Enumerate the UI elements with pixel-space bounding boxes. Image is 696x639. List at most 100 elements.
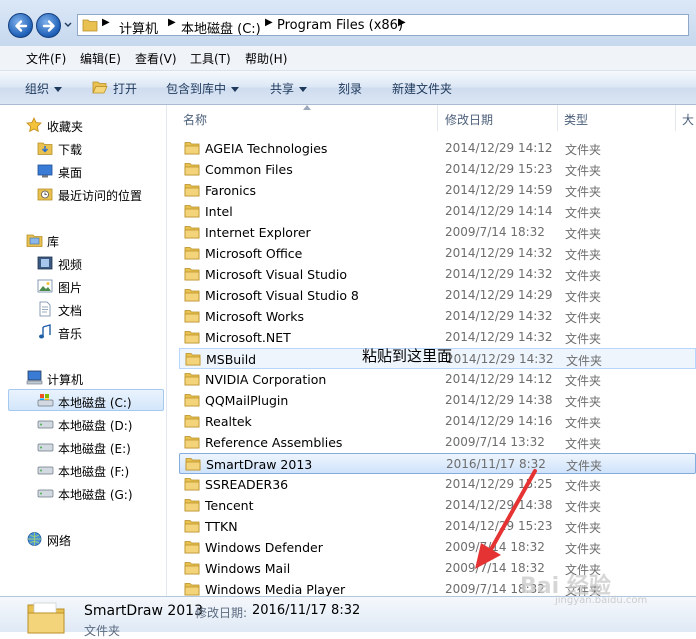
column-divider[interactable]	[437, 105, 438, 131]
column-header-size[interactable]: 大	[682, 111, 694, 128]
file-date: 2014/12/29 14:32	[445, 309, 553, 323]
organize-button[interactable]: 组织	[25, 80, 63, 97]
file-name: Microsoft Visual Studio	[205, 267, 347, 282]
details-date: 2016/11/17 8:32	[252, 603, 361, 618]
breadcrumb-separator-icon[interactable]: ▶	[102, 17, 110, 28]
menu-tools[interactable]: 工具(T)	[190, 50, 231, 67]
breadcrumb-separator-icon[interactable]: ▶	[168, 17, 176, 28]
folder-icon	[184, 541, 200, 554]
system-drive-icon	[37, 394, 54, 407]
nav-documents[interactable]: 文档	[58, 302, 82, 319]
menu-view[interactable]: 查看(V)	[135, 50, 177, 67]
file-type: 文件夹	[565, 185, 602, 199]
sort-ascending-icon	[303, 105, 311, 110]
file-row[interactable]: AGEIA Technologies 2014/12/29 14:12 文件夹	[179, 138, 696, 159]
file-row[interactable]: Windows Mail 2009/7/14 18:32 文件夹	[179, 558, 696, 579]
column-divider[interactable]	[557, 105, 558, 131]
file-row[interactable]: Common Files 2014/12/29 15:23 文件夹	[179, 159, 696, 180]
breadcrumb-separator-icon[interactable]: ▶	[265, 17, 273, 28]
address-bar-area: ▶ 计算机 ▶ 本地磁盘 (C:) ▶ Program Files (x86) …	[0, 0, 696, 46]
nav-drive-f[interactable]: 本地磁盘 (F:)	[58, 463, 129, 480]
nav-libraries[interactable]: 库	[47, 233, 59, 250]
folder-icon	[184, 394, 200, 407]
new-folder-button[interactable]: 新建文件夹	[392, 80, 452, 97]
file-row[interactable]: Faronics 2014/12/29 14:59 文件夹	[179, 180, 696, 201]
file-date: 2014/12/29 14:12	[445, 372, 553, 386]
address-input[interactable]: ▶ 计算机 ▶ 本地磁盘 (C:) ▶ Program Files (x86) …	[77, 14, 689, 37]
file-row[interactable]: Microsoft Works 2014/12/29 14:32 文件夹	[179, 306, 696, 327]
file-row[interactable]: Internet Explorer 2009/7/14 18:32 文件夹	[179, 222, 696, 243]
open-folder-icon	[92, 81, 108, 94]
nav-recent-places[interactable]: 最近访问的位置	[58, 187, 142, 204]
column-header-type[interactable]: 类型	[564, 111, 588, 128]
file-type: 文件夹	[565, 479, 602, 493]
file-name: Reference Assemblies	[205, 435, 343, 450]
nav-network[interactable]: 网络	[47, 532, 71, 549]
chevron-down-icon	[299, 87, 308, 92]
nav-videos[interactable]: 视频	[58, 256, 82, 273]
menu-help[interactable]: 帮助(H)	[245, 50, 287, 67]
file-type: 文件夹	[565, 164, 602, 178]
burn-button[interactable]: 刻录	[338, 80, 362, 97]
nav-drive-g[interactable]: 本地磁盘 (G:)	[58, 486, 133, 503]
file-type: 文件夹	[565, 542, 602, 556]
breadcrumb-computer[interactable]: 计算机	[119, 18, 158, 37]
menu-bar: 文件(F) 编辑(E) 查看(V) 工具(T) 帮助(H)	[0, 46, 696, 71]
folder-icon	[184, 142, 200, 155]
folder-icon	[184, 583, 200, 596]
folder-icon	[184, 226, 200, 239]
file-row[interactable]: QQMailPlugin 2014/12/29 14:38 文件夹	[179, 390, 696, 411]
nav-drive-d[interactable]: 本地磁盘 (D:)	[58, 417, 132, 434]
file-name: TTKN	[205, 519, 238, 534]
menu-file[interactable]: 文件(F)	[26, 50, 66, 67]
column-divider[interactable]	[675, 105, 676, 131]
file-row[interactable]: Microsoft Office 2014/12/29 14:32 文件夹	[179, 243, 696, 264]
documents-icon	[39, 301, 51, 317]
breadcrumb-separator-icon[interactable]: ▶	[398, 17, 406, 28]
file-row[interactable]: TTKN 2014/12/29 15:23 文件夹	[179, 516, 696, 537]
file-date: 2014/12/29 14:59	[445, 183, 553, 197]
nav-pictures[interactable]: 图片	[58, 279, 82, 296]
back-button[interactable]	[8, 13, 33, 38]
file-type: 文件夹	[565, 227, 602, 241]
nav-desktop[interactable]: 桌面	[58, 164, 82, 181]
file-row[interactable]: Windows Defender 2009/7/14 18:32 文件夹	[179, 537, 696, 558]
nav-computer[interactable]: 计算机	[47, 371, 83, 388]
chevron-down-icon	[54, 87, 63, 92]
file-name: Common Files	[205, 162, 293, 177]
file-row[interactable]: Tencent 2014/12/29 14:38 文件夹	[179, 495, 696, 516]
folder-icon	[184, 520, 200, 533]
file-row[interactable]: Microsoft Visual Studio 8 2014/12/29 14:2…	[179, 285, 696, 306]
open-button[interactable]: 打开	[113, 80, 137, 97]
file-name: MSBuild	[206, 352, 257, 367]
breadcrumb-program-files[interactable]: Program Files (x86)	[277, 18, 403, 33]
folder-icon	[185, 353, 201, 366]
nav-downloads[interactable]: 下载	[58, 141, 82, 158]
include-in-library-button[interactable]: 包含到库中	[166, 80, 240, 97]
file-row[interactable]: Microsoft Visual Studio 2014/12/29 14:32 文…	[179, 264, 696, 285]
nav-drive-c[interactable]: 本地磁盘 (C:)	[58, 394, 132, 411]
folder-icon	[185, 458, 201, 471]
annotation-text: 粘贴到这里面	[362, 347, 453, 365]
file-row[interactable]: SSREADER36 2014/12/29 15:25 文件夹	[179, 474, 696, 495]
file-row[interactable]: Realtek 2014/12/29 14:16 文件夹	[179, 411, 696, 432]
breadcrumb-drive-c[interactable]: 本地磁盘 (C:)	[181, 18, 261, 37]
file-row[interactable]: Intel 2014/12/29 14:14 文件夹	[179, 201, 696, 222]
annotation-arrow	[475, 469, 537, 569]
file-name: QQMailPlugin	[205, 393, 289, 408]
forward-button[interactable]	[36, 13, 61, 38]
file-row[interactable]: NVIDIA Corporation 2014/12/29 14:12 文件夹	[179, 369, 696, 390]
nav-music[interactable]: 音乐	[58, 325, 82, 342]
recent-pages-dropdown-icon[interactable]	[63, 20, 73, 30]
column-header-date[interactable]: 修改日期	[445, 111, 493, 128]
file-name: Windows Defender	[205, 540, 323, 555]
menu-edit[interactable]: 编辑(E)	[80, 50, 121, 67]
file-row[interactable]: Windows Media Player 2009/7/14 18:32 文件夹	[179, 579, 696, 596]
nav-drive-e[interactable]: 本地磁盘 (E:)	[58, 440, 131, 457]
arrow-right-icon	[42, 20, 55, 32]
file-row[interactable]: Reference Assemblies 2009/7/14 13:32 文件夹	[179, 432, 696, 453]
share-button[interactable]: 共享	[270, 80, 308, 97]
nav-favorites[interactable]: 收藏夹	[47, 118, 83, 135]
column-header-name[interactable]: 名称	[183, 111, 207, 128]
file-row[interactable]: SmartDraw 2013 2016/11/17 8:32 文件夹	[179, 453, 696, 474]
